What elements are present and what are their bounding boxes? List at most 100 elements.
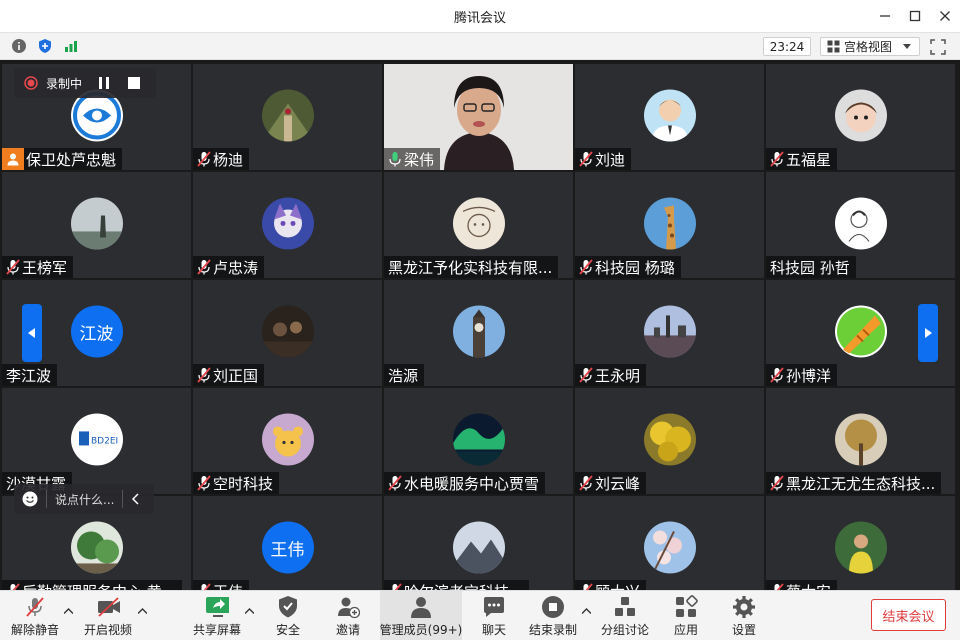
mic-muted-icon xyxy=(197,475,211,491)
avatar xyxy=(643,89,696,142)
pause-recording-button[interactable] xyxy=(96,75,112,91)
manage-members-button[interactable]: 管理成员(99+) xyxy=(380,591,462,640)
participant-tile[interactable]: 杨迪 xyxy=(193,64,382,170)
unmute-button[interactable]: 解除静音 xyxy=(8,591,62,640)
participant-name-bar: 顾大兴 xyxy=(575,580,647,590)
participant-tile[interactable]: 刘正国 xyxy=(193,280,382,386)
network-status-button[interactable] xyxy=(62,37,80,55)
end-meeting-button[interactable]: 结束会议 xyxy=(871,599,946,631)
collapse-chevron-icon[interactable] xyxy=(131,493,139,505)
minimize-icon xyxy=(880,15,890,17)
quick-chat-bar[interactable]: 说点什么... xyxy=(14,484,154,514)
chat-button[interactable]: 聊天 xyxy=(474,591,514,640)
participant-name: 杨迪 xyxy=(213,150,244,169)
avatar: BD2EI xyxy=(70,413,123,466)
next-page-button[interactable] xyxy=(918,304,938,362)
participant-name-bar: 李江波 xyxy=(2,364,58,386)
participant-name: 王永明 xyxy=(595,366,641,385)
participant-tile[interactable]: 王永明 xyxy=(575,280,764,386)
invite-button[interactable]: 邀请 xyxy=(328,591,368,640)
chevron-down-icon xyxy=(903,43,911,49)
participant-name: 保卫处芦忠魁 xyxy=(26,150,117,169)
share-screen-label: 共享屏幕 xyxy=(192,622,241,637)
avatar xyxy=(834,521,887,574)
fullscreen-button[interactable] xyxy=(929,38,947,56)
audio-options-chevron-icon[interactable] xyxy=(63,607,74,617)
participant-name: 水电暖服务中心贾雪 xyxy=(404,474,540,493)
participant-tile[interactable]: 王伟王伟 xyxy=(193,496,382,590)
video-options-chevron-icon[interactable] xyxy=(137,607,148,617)
window-controls xyxy=(870,0,960,32)
chat-bubble-icon xyxy=(484,596,504,617)
svg-text:BD2EI: BD2EI xyxy=(91,436,118,446)
mic-muted-icon xyxy=(388,475,402,491)
participant-name-bar: 王伟 xyxy=(193,580,250,591)
participant-name: 王伟 xyxy=(213,581,243,591)
settings-button[interactable]: 设置 xyxy=(724,591,764,640)
participant-tile[interactable]: 梁伟 xyxy=(384,64,573,170)
participant-name-bar: 后勤管理服务中心 黄... xyxy=(2,580,183,590)
chevron-left-icon xyxy=(28,328,35,338)
participant-tile[interactable]: 蔡大安 xyxy=(766,496,955,590)
mic-muted-icon xyxy=(201,583,211,590)
view-mode-select[interactable]: 宫格视图 xyxy=(820,37,920,56)
participant-name-bar: 蔡大安 xyxy=(766,580,838,590)
video-grid-area: 保卫处芦忠魁 杨迪 梁伟 刘迪 五福星王榜军 卢忠涛 黑龙江予化实科技有限... 科技园 杨璐… xyxy=(0,60,960,590)
divider xyxy=(46,490,47,508)
participant-tile[interactable]: 王榜军 xyxy=(2,172,191,278)
participant-tile[interactable]: 五福星 xyxy=(766,64,955,170)
participant-tile[interactable]: 科技园 孙哲 xyxy=(766,172,955,278)
avatar xyxy=(643,521,696,574)
security-status-button[interactable] xyxy=(36,37,54,55)
participant-tile[interactable]: 黑龙江予化实科技有限... xyxy=(384,172,573,278)
signal-bars-icon xyxy=(65,41,77,52)
stop-recording-label: 结束录制 xyxy=(528,622,577,637)
participant-tile[interactable]: 顾大兴 xyxy=(575,496,764,590)
pause-icon xyxy=(99,77,110,89)
avatar xyxy=(452,305,505,358)
participant-tile[interactable]: 科技园 杨璐 xyxy=(575,172,764,278)
close-button[interactable] xyxy=(930,0,960,32)
security-button[interactable]: 安全 xyxy=(268,591,308,640)
chat-input-placeholder[interactable]: 说点什么... xyxy=(55,491,114,508)
recording-indicator: 录制中 xyxy=(14,68,156,98)
stop-recording-mini-button[interactable] xyxy=(126,75,142,91)
bottom-toolbar: 解除静音 开启视频 共享屏幕 安全 邀请 管理成员(99+) 聊天 结束录制 分… xyxy=(0,590,960,640)
participant-tile[interactable]: 卢忠涛 xyxy=(193,172,382,278)
participant-name-bar: 刘正国 xyxy=(193,364,265,386)
minimize-button[interactable] xyxy=(870,0,900,32)
recording-options-chevron-icon[interactable] xyxy=(581,607,592,617)
grid-view-icon xyxy=(827,40,840,53)
participant-tile[interactable]: 黑龙江无尤生态科技... xyxy=(766,388,955,494)
participant-tile[interactable]: BD2EI沙漠甘露 xyxy=(2,388,191,494)
breakout-rooms-button[interactable]: 分组讨论 xyxy=(598,591,652,640)
participant-tile[interactable]: 刘云峰 xyxy=(575,388,764,494)
mic-muted-icon xyxy=(197,151,211,167)
participant-name: 梁伟 xyxy=(404,150,435,169)
participant-tile[interactable]: 水电暖服务中心贾雪 xyxy=(384,388,573,494)
apps-button[interactable]: 应用 xyxy=(666,591,706,640)
stop-recording-button[interactable]: 结束录制 xyxy=(528,591,578,640)
participant-name: 五福星 xyxy=(786,150,832,169)
share-screen-button[interactable]: 共享屏幕 xyxy=(190,591,244,640)
avatar: 王伟 xyxy=(261,521,314,574)
stop-record-icon xyxy=(542,595,564,618)
avatar xyxy=(643,197,696,250)
previous-page-button[interactable] xyxy=(22,304,42,362)
participant-name: 黑龙江无尤生态科技... xyxy=(786,474,936,493)
emoji-icon xyxy=(22,491,38,507)
meeting-info-button[interactable] xyxy=(10,37,28,55)
chevron-right-icon xyxy=(925,328,932,338)
start-video-label: 开启视频 xyxy=(83,622,132,637)
participant-tile[interactable]: 刘迪 xyxy=(575,64,764,170)
participant-tile[interactable]: 哈尔滨老宝科技... xyxy=(384,496,573,590)
participant-name-bar: 五福星 xyxy=(766,148,838,170)
participant-tile[interactable]: 空时科技 xyxy=(193,388,382,494)
camera-off-icon xyxy=(98,596,120,617)
share-options-chevron-icon[interactable] xyxy=(244,607,255,617)
start-video-button[interactable]: 开启视频 xyxy=(80,591,136,640)
mic-muted-icon xyxy=(10,583,20,590)
participant-tile[interactable]: 浩源 xyxy=(384,280,573,386)
mic-muted-icon xyxy=(774,583,784,590)
maximize-button[interactable] xyxy=(900,0,930,32)
